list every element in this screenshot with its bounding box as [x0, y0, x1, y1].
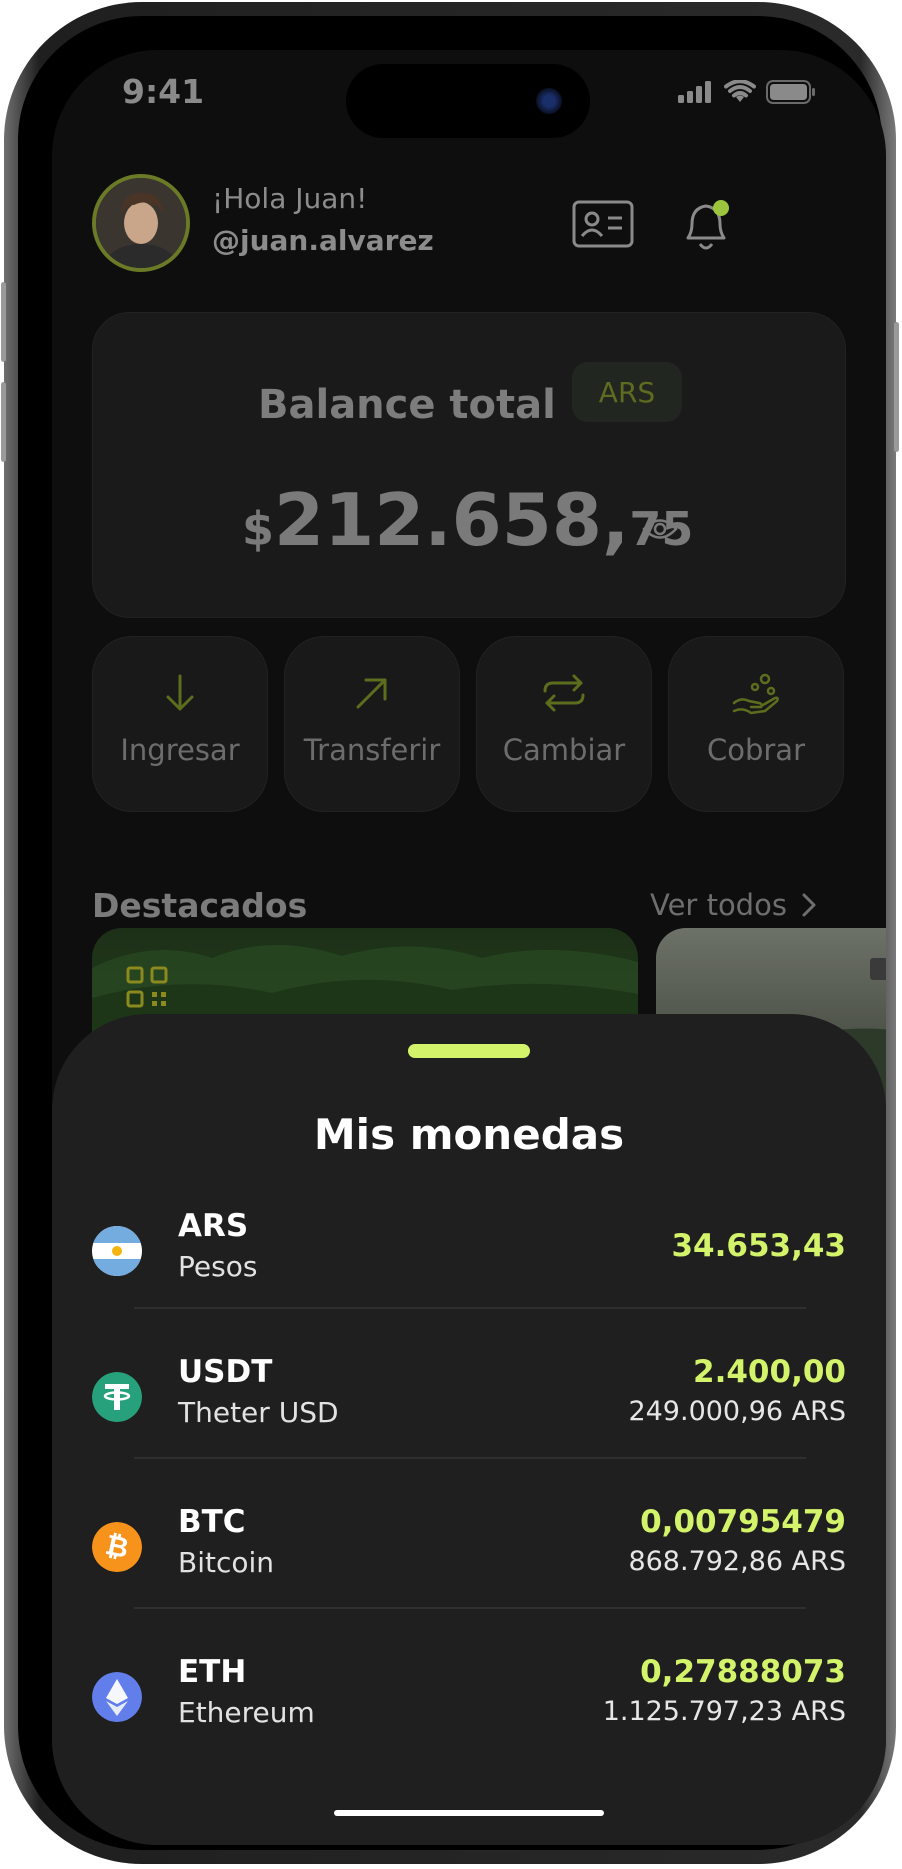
currency-amount: 34.653,43 — [671, 1228, 846, 1264]
arrow-down-icon — [166, 674, 194, 711]
argentina-flag-icon — [92, 1226, 142, 1276]
amount-integer: 212.658, — [274, 478, 630, 562]
bitcoin-icon: ₿ — [92, 1522, 142, 1572]
status-icons — [678, 80, 816, 104]
user-handle: @juan.alvarez — [212, 224, 434, 257]
camera-icon — [536, 88, 562, 114]
profile-photo — [96, 178, 186, 268]
cambiar-button[interactable]: Cambiar — [476, 636, 652, 812]
bell-icon[interactable] — [678, 196, 734, 260]
home-indicator[interactable] — [334, 1810, 604, 1816]
status-time: 9:41 — [122, 72, 205, 111]
currency-row-eth[interactable]: ETH Ethereum 0,27888073 1.125.797,23 ARS — [92, 1646, 846, 1746]
hand-coins-icon — [732, 673, 779, 715]
currency-name: Theter USD — [178, 1396, 339, 1429]
power-button — [894, 322, 899, 452]
action-label: Cambiar — [502, 733, 626, 767]
currency-amount: 2.400,00 — [693, 1354, 846, 1390]
bezel: 9:41 ¡Hola Juan! @juan.alvarez Balance t… — [18, 16, 886, 1850]
eye-icon[interactable] — [642, 516, 678, 546]
screen: 9:41 ¡Hola Juan! @juan.alvarez Balance t… — [52, 50, 886, 1845]
converted-amount: 1.125.797,23 ARS — [602, 1696, 846, 1727]
action-label: Cobrar — [706, 733, 806, 767]
divider — [134, 1607, 806, 1609]
see-all-link[interactable]: Ver todos — [650, 888, 817, 922]
currency-code: BTC — [178, 1504, 246, 1540]
id-card-icon[interactable] — [572, 200, 634, 252]
currency-amount: 0,27888073 — [640, 1654, 846, 1690]
currency-name: Pesos — [178, 1250, 258, 1283]
volume-button — [1, 282, 6, 362]
chevron-right-icon — [802, 893, 816, 917]
wifi-icon — [724, 80, 756, 102]
currency-code: USDT — [178, 1354, 273, 1390]
currency-symbol: $ — [242, 502, 275, 556]
action-label: Ingresar — [120, 733, 240, 767]
cobrar-button[interactable]: Cobrar — [668, 636, 844, 812]
currency-code: ETH — [178, 1654, 247, 1690]
sheet-handle[interactable] — [408, 1044, 530, 1058]
volume-button — [1, 382, 6, 462]
qr-icon — [126, 966, 168, 1008]
currency-row-btc[interactable]: ₿ BTC Bitcoin 0,00795479 868.792,86 ARS — [92, 1496, 846, 1596]
see-all-label: Ver todos — [650, 888, 787, 922]
tether-icon — [92, 1372, 142, 1422]
signal-icon — [678, 81, 711, 103]
converted-amount: 249.000,96 ARS — [628, 1396, 846, 1427]
action-label: Transferir — [303, 733, 441, 767]
balance-amount: $212.658,75 — [242, 478, 693, 562]
converted-amount: 868.792,86 ARS — [628, 1546, 846, 1577]
balance-title: Balance total — [258, 382, 556, 428]
ethereum-icon — [92, 1672, 142, 1722]
currency-row-usdt[interactable]: USDT Theter USD 2.400,00 249.000,96 ARS — [92, 1346, 846, 1446]
exchange-icon — [543, 674, 585, 712]
notification-dot — [713, 200, 729, 216]
battery-icon — [766, 80, 815, 104]
transferir-button[interactable]: Transferir — [284, 636, 460, 812]
arrow-up-right-icon — [356, 678, 387, 709]
divider — [134, 1457, 806, 1459]
avatar[interactable] — [92, 174, 190, 272]
currency-name: Ethereum — [178, 1696, 315, 1729]
dynamic-island — [346, 64, 590, 138]
currency-code: ARS — [178, 1208, 249, 1244]
greeting: ¡Hola Juan! — [212, 182, 368, 215]
balance-card — [92, 312, 846, 618]
sheet-title: Mis monedas — [313, 1110, 625, 1159]
phone-frame: 9:41 ¡Hola Juan! @juan.alvarez Balance t… — [1, 2, 899, 1864]
currency-row-ars[interactable]: ARS Pesos 34.653,43 — [92, 1200, 846, 1300]
currency-name: Bitcoin — [178, 1546, 275, 1579]
currency-chip[interactable]: ARS — [572, 362, 682, 422]
divider — [134, 1307, 806, 1309]
featured-title: Destacados — [92, 886, 308, 925]
ingresar-button[interactable]: Ingresar — [92, 636, 268, 812]
currency-amount: 0,00795479 — [640, 1504, 846, 1540]
